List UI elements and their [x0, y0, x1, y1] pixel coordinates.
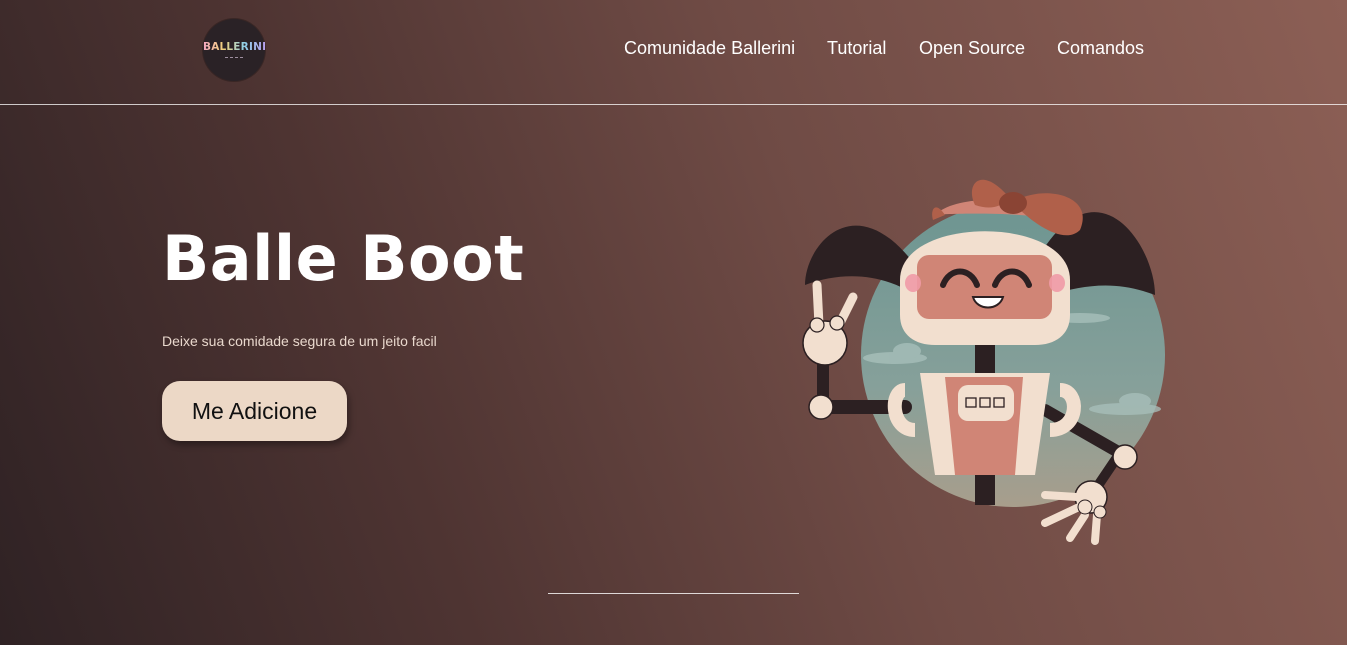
main-nav: Comunidade Ballerini Tutorial Open Sourc… [0, 38, 1347, 62]
left-elbow-joint [808, 394, 834, 420]
section-divider [548, 593, 799, 594]
left-hand-peace-sign [802, 280, 858, 366]
right-elbow-joint [1112, 444, 1138, 470]
top-navbar: BALLERINI Comunidade Ballerini Tutorial … [0, 0, 1347, 105]
nav-link-comandos[interactable]: Comandos [1057, 38, 1144, 59]
hero-title: Balle Boot [162, 222, 525, 295]
left-pigtail [805, 225, 915, 295]
robot-mascot-illustration [802, 179, 1165, 545]
nav-link-open-source[interactable]: Open Source [919, 38, 1025, 59]
nav-link-comunidade[interactable]: Comunidade Ballerini [624, 38, 795, 59]
add-me-button[interactable]: Me Adicione [162, 381, 347, 441]
nav-link-tutorial[interactable]: Tutorial [827, 38, 886, 59]
hero-subtitle: Deixe sua comidade segura de um jeito fa… [162, 333, 437, 349]
